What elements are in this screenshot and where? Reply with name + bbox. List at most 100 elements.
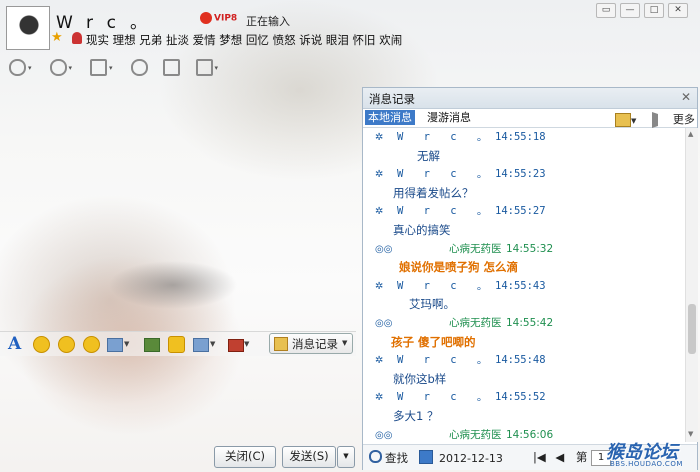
chevron-down-icon: ▼ <box>342 339 348 347</box>
send-file-icon[interactable]: ▾ <box>87 56 113 76</box>
font-icon[interactable]: A <box>8 335 26 353</box>
video-call-icon[interactable]: ▾ <box>6 56 32 76</box>
history-panel-header: 消息记录 ✕ <box>363 88 697 109</box>
message-text: 真心的搞笑 <box>393 223 451 237</box>
message-text: 多大1 ？ <box>393 409 439 423</box>
message-text: 娘说你是喷子狗 怎么滴 <box>399 260 519 275</box>
filter-icon[interactable] <box>615 113 631 127</box>
skin-button[interactable]: ▭ <box>596 3 616 18</box>
message-text: 用得着发帖么？ <box>393 185 474 200</box>
voice-call-icon[interactable]: ▾ <box>47 56 72 76</box>
send-button[interactable]: 发送(S) <box>282 446 336 468</box>
date-value: 2012-12-13 <box>439 452 503 465</box>
date-picker[interactable]: 2012-12-13 <box>419 450 503 465</box>
chevron-down-icon[interactable]: ▼ <box>210 340 218 358</box>
message-header: ◎◎ 心病无药医 14:55:42 <box>363 314 683 333</box>
music-icon[interactable] <box>168 336 185 353</box>
sender-status-icon: ✲ <box>375 355 384 367</box>
page-prefix: 第 <box>575 450 588 464</box>
tab-roaming-messages[interactable]: 漫游消息 <box>424 110 474 125</box>
message-sender: W r c 。 <box>397 131 488 143</box>
message-header: ◎◎ 心病无药医 14:55:32 <box>363 240 683 259</box>
message-row: 艾玛啊。 <box>363 295 683 314</box>
message-text: 就你这b样 <box>393 371 447 386</box>
message-time: 14:55:48 <box>495 354 546 367</box>
history-panel-title: 消息记录 <box>369 92 415 106</box>
scroll-up-icon[interactable]: ▲ <box>688 130 693 138</box>
magic-face-icon[interactable] <box>58 336 75 353</box>
minimize-button[interactable]: — <box>620 3 640 18</box>
chevron-down-icon[interactable]: ▼ <box>244 340 252 358</box>
message-sender: 心病无药医 <box>449 428 502 441</box>
message-list: ✲ W r c 。 14:55:18 无解 ✲ W r c 。 14:55:23 用得着发帖么… <box>363 128 685 442</box>
qq-penguin-icon <box>200 12 212 24</box>
message-header: ✲ W r c 。 14:55:43 <box>363 277 683 296</box>
scroll-down-icon[interactable]: ▼ <box>688 430 693 438</box>
signature-icon <box>72 32 82 44</box>
sender-status-icon: ✲ <box>375 132 384 143</box>
history-panel: 消息记录 ✕ 本地消息 漫游消息 ▼ 更多 ✲ W r c 。 14:55:18 无解… <box>362 87 698 470</box>
message-time: 14:55:52 <box>495 391 546 404</box>
message-text: 孩子 傻了吧唧的 <box>391 334 476 349</box>
message-sender: W r c 。 <box>397 205 488 218</box>
gift-icon[interactable] <box>228 339 244 352</box>
page-navigation: |◀ ◀ 第 1 <box>533 449 612 466</box>
tab-local-messages[interactable]: 本地消息 <box>365 110 415 125</box>
message-row: 多大1 ？ <box>363 407 683 426</box>
screenshot-icon[interactable] <box>107 338 123 352</box>
message-header: ✲ W r c 。 14:55:27 <box>363 202 683 221</box>
vip-label: VIP8 <box>214 13 238 24</box>
history-tools: ▼ 更多 <box>615 111 695 128</box>
message-text: 无解 <box>417 148 440 163</box>
star-icon[interactable]: ★ <box>51 30 63 45</box>
watermark-url: BBS.HOUDAO.COM <box>610 460 683 468</box>
scroll-thumb[interactable] <box>688 304 696 354</box>
more-tools-icon[interactable] <box>193 338 209 352</box>
chevron-down-icon[interactable]: ▼ <box>124 340 132 358</box>
calendar-icon <box>419 450 433 464</box>
message-time: 14:55:27 <box>495 205 546 218</box>
sender-status-icon: ◎◎ <box>375 429 393 441</box>
message-sender: 心病无药医 <box>449 242 502 255</box>
close-icon[interactable]: ✕ <box>681 90 691 104</box>
message-row: 娘说你是喷子狗 怎么滴 <box>363 258 683 277</box>
message-sender: 心病无药医 <box>449 317 502 329</box>
vip-badge[interactable]: VIP8 <box>200 12 237 24</box>
more-button[interactable]: 更多 <box>673 113 695 126</box>
message-time: 14:55:43 <box>495 279 546 292</box>
search-icon <box>369 450 382 463</box>
speaker-icon[interactable] <box>651 112 670 128</box>
app-icon[interactable]: ▾ <box>193 56 218 76</box>
prev-page-button[interactable]: ◀ <box>555 450 564 464</box>
find-button[interactable]: 查找 <box>369 450 408 466</box>
close-button[interactable]: 关闭(C) <box>214 446 276 468</box>
message-header: ✲ W r c 。 14:55:52 <box>363 388 683 407</box>
sender-status-icon: ◎◎ <box>375 318 393 329</box>
shake-window-icon[interactable] <box>83 336 100 353</box>
sender-status-icon: ✲ <box>375 169 384 181</box>
maximize-button[interactable]: □ <box>644 3 664 18</box>
message-header: ✲ W r c 。 14:55:18 <box>363 128 683 147</box>
contact-signature: 现实 理想 兄弟 扯淡 爱情 梦想 回忆 愤怒 诉说 眼泪 怀旧 欢闹 <box>86 33 403 47</box>
message-header: ✲ W r c 。 14:55:48 <box>363 351 683 370</box>
remote-assist-icon[interactable] <box>160 56 180 76</box>
message-sender: W r c 。 <box>397 168 488 181</box>
emoticon-icon[interactable] <box>33 336 50 353</box>
contact-avatar[interactable] <box>6 6 50 50</box>
contact-nickname: Wrc。 <box>56 13 162 33</box>
create-group-icon[interactable] <box>128 56 148 76</box>
forum-watermark: 猴岛论坛 BBS.HOUDAO.COM <box>606 438 682 468</box>
sender-status-icon: ✲ <box>375 280 384 292</box>
typing-status: 正在输入 <box>246 15 290 28</box>
message-history-button[interactable]: 消息记录 ▼ <box>269 333 353 354</box>
send-options-button[interactable]: ▼ <box>337 446 355 468</box>
message-scrollbar[interactable]: ▲ ▼ <box>685 128 698 442</box>
first-page-button[interactable]: |◀ <box>533 450 546 464</box>
message-row: 真心的搞笑 <box>363 221 683 240</box>
history-icon <box>274 337 288 351</box>
message-time: 14:55:42 <box>506 317 554 329</box>
chevron-down-icon[interactable]: ▼ <box>631 117 636 125</box>
close-window-button[interactable]: ✕ <box>668 3 688 18</box>
window-controls: ▭ — □ ✕ <box>592 2 688 18</box>
send-image-icon[interactable] <box>144 338 160 352</box>
